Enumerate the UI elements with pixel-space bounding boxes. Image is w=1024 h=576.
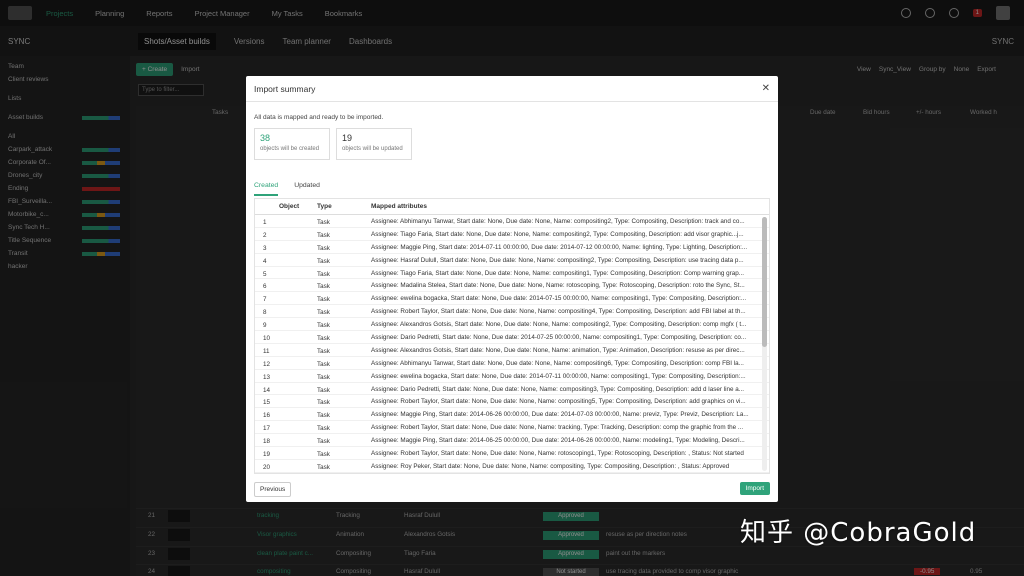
- row-type: Task: [317, 244, 330, 252]
- import-status-message: All data is mapped and ready to be impor…: [254, 114, 384, 121]
- row-number: 18: [263, 438, 271, 446]
- tab-created[interactable]: Created: [254, 182, 279, 196]
- table-row[interactable]: 4 Task Assignee: Hasraf Dulull, Start date…: [255, 254, 769, 267]
- table-row[interactable]: 10 Task Assignee: Dario Pedretti, Start da…: [255, 331, 769, 344]
- row-attributes: Assignee: Abhimanyu Tanwar, Start date: …: [371, 218, 745, 225]
- table-row[interactable]: 11 Task Assignee: Alexandros Gotsis, Start…: [255, 344, 769, 357]
- row-attributes: Assignee: ewelina bogacka, Start date: N…: [371, 295, 747, 303]
- scrollbar-thumb[interactable]: [762, 217, 767, 347]
- row-number: 3: [263, 244, 267, 252]
- row-type: Task: [317, 347, 330, 355]
- row-number: 15: [263, 399, 271, 407]
- row-type: Task: [317, 412, 330, 420]
- row-type: Task: [317, 322, 330, 330]
- table-row[interactable]: 1 Task Assignee: Abhimanyu Tanwar, Start d…: [255, 215, 769, 228]
- row-attributes: Assignee: Alexandros Gotsis, Start date:…: [371, 321, 747, 329]
- row-number: 10: [263, 335, 271, 343]
- row-attributes: Assignee: Robert Taylor, Start date: Non…: [371, 308, 746, 316]
- row-type: Task: [317, 219, 330, 226]
- row-attributes: Assignee: Alexandros Gotsis, Start date:…: [371, 346, 745, 354]
- row-attributes: Assignee: Hasraf Dulull, Start date: Non…: [371, 256, 744, 264]
- table-header: Object Type Mapped attributes: [255, 199, 769, 215]
- scrollbar[interactable]: [762, 217, 767, 471]
- row-attributes: Assignee: Robert Taylor, Start date: Non…: [371, 424, 744, 432]
- row-type: Task: [317, 309, 330, 317]
- row-type: Task: [317, 335, 330, 343]
- table-row[interactable]: 6 Task Assignee: Madalina Stelea, Start da…: [255, 279, 769, 293]
- row-type: Task: [317, 296, 330, 304]
- table-row[interactable]: 12 Task Assignee: Abhimanyu Tanwar, Start …: [255, 357, 769, 370]
- row-type: Task: [317, 386, 330, 394]
- row-type: Task: [317, 257, 330, 265]
- table-row[interactable]: 16 Task Assignee: Maggie Ping, Start date:…: [255, 408, 769, 422]
- row-attributes: Assignee: Dario Pedretti, Start date: No…: [371, 334, 747, 342]
- row-number: 2: [263, 231, 267, 239]
- import-button[interactable]: Import: [739, 482, 770, 495]
- row-number: 14: [263, 386, 271, 394]
- table-row[interactable]: 20 Task Assignee: Roy Peker, Start date: N…: [255, 460, 769, 473]
- row-attributes: Assignee: Roy Peker, Start date: None, D…: [371, 462, 730, 470]
- row-attributes: Assignee: Maggie Ping, Start date: 2014-…: [371, 243, 748, 251]
- table-row[interactable]: 17 Task Assignee: Robert Taylor, Start dat…: [255, 421, 769, 435]
- table-row[interactable]: 7 Task Assignee: ewelina bogacka, Start da…: [255, 292, 769, 306]
- row-number: 16: [263, 412, 271, 420]
- row-attributes: Assignee: Tiago Faria, Start date: None,…: [371, 230, 744, 238]
- row-number: 12: [263, 360, 271, 368]
- row-type: Task: [317, 373, 330, 381]
- tab-updated[interactable]: Updated: [294, 182, 320, 196]
- row-type: Task: [317, 463, 330, 471]
- row-number: 9: [263, 322, 267, 330]
- row-attributes: Assignee: Tiago Faria, Start date: None,…: [371, 269, 744, 277]
- table-row[interactable]: 9 Task Assignee: Alexandros Gotsis, Start …: [255, 318, 769, 332]
- row-type: Task: [317, 451, 330, 459]
- table-row[interactable]: 19 Task Assignee: Robert Taylor, Start dat…: [255, 447, 769, 460]
- row-attributes: Assignee: Maggie Ping, Start date: 2014-…: [371, 411, 749, 419]
- row-attributes: Assignee: Abhimanyu Tanwar, Start date: …: [371, 359, 744, 367]
- dialog-tabs: Created Updated: [254, 182, 320, 196]
- table-row[interactable]: 15 Task Assignee: Robert Taylor, Start dat…: [255, 395, 769, 409]
- row-number: 8: [263, 309, 267, 317]
- import-summary-dialog: Import summary ✕ All data is mapped and …: [246, 76, 778, 502]
- table-row[interactable]: 18 Task Assignee: Maggie Ping, Start date:…: [255, 434, 769, 448]
- row-type: Task: [317, 399, 330, 407]
- row-attributes: Assignee: Robert Taylor, Start date: Non…: [371, 398, 746, 406]
- table-body: 1 Task Assignee: Abhimanyu Tanwar, Start d…: [255, 215, 769, 473]
- row-type: Task: [317, 231, 330, 239]
- row-number: 6: [263, 283, 267, 291]
- row-number: 20: [263, 463, 271, 471]
- table-row[interactable]: 3 Task Assignee: Maggie Ping, Start date: …: [255, 241, 769, 254]
- table-row[interactable]: 2 Task Assignee: Tiago Faria, Start date: …: [255, 228, 769, 241]
- row-type: Task: [317, 438, 330, 446]
- row-attributes: Assignee: Dario Pedretti, Start date: No…: [371, 385, 744, 393]
- table-row[interactable]: 5 Task Assignee: Tiago Faria, Start date: …: [255, 267, 769, 280]
- row-number: 1: [263, 219, 267, 226]
- table-row[interactable]: 13 Task Assignee: ewelina bogacka, Start d…: [255, 370, 769, 383]
- table-row[interactable]: 14 Task Assignee: Dario Pedretti, Start da…: [255, 383, 769, 396]
- created-count-card: 38 objects will be created: [254, 128, 330, 160]
- row-number: 13: [263, 373, 271, 381]
- row-number: 17: [263, 425, 271, 433]
- dialog-title: Import summary: [246, 76, 778, 102]
- row-number: 11: [263, 347, 270, 355]
- watermark: 知乎 @CobraGold: [740, 518, 977, 548]
- row-attributes: Assignee: ewelina bogacka, Start date: N…: [371, 372, 746, 380]
- updated-count-card: 19 objects will be updated: [336, 128, 412, 160]
- row-attributes: Assignee: Madalina Stelea, Start date: N…: [371, 282, 745, 290]
- row-number: 5: [263, 270, 267, 278]
- row-type: Task: [317, 270, 330, 278]
- table-row[interactable]: 8 Task Assignee: Robert Taylor, Start date…: [255, 305, 769, 319]
- row-type: Task: [317, 360, 330, 368]
- row-attributes: Assignee: Robert Taylor, Start date: Non…: [371, 450, 744, 458]
- close-icon[interactable]: ✕: [762, 83, 770, 94]
- row-number: 7: [263, 296, 267, 304]
- row-type: Task: [317, 283, 330, 291]
- row-type: Task: [317, 425, 330, 433]
- mapped-objects-table: Object Type Mapped attributes 1 Task Assig…: [254, 198, 770, 474]
- previous-button[interactable]: Previous: [254, 482, 292, 497]
- row-number: 19: [263, 451, 271, 459]
- row-attributes: Assignee: Maggie Ping, Start date: 2014-…: [371, 437, 745, 445]
- row-number: 4: [263, 257, 267, 265]
